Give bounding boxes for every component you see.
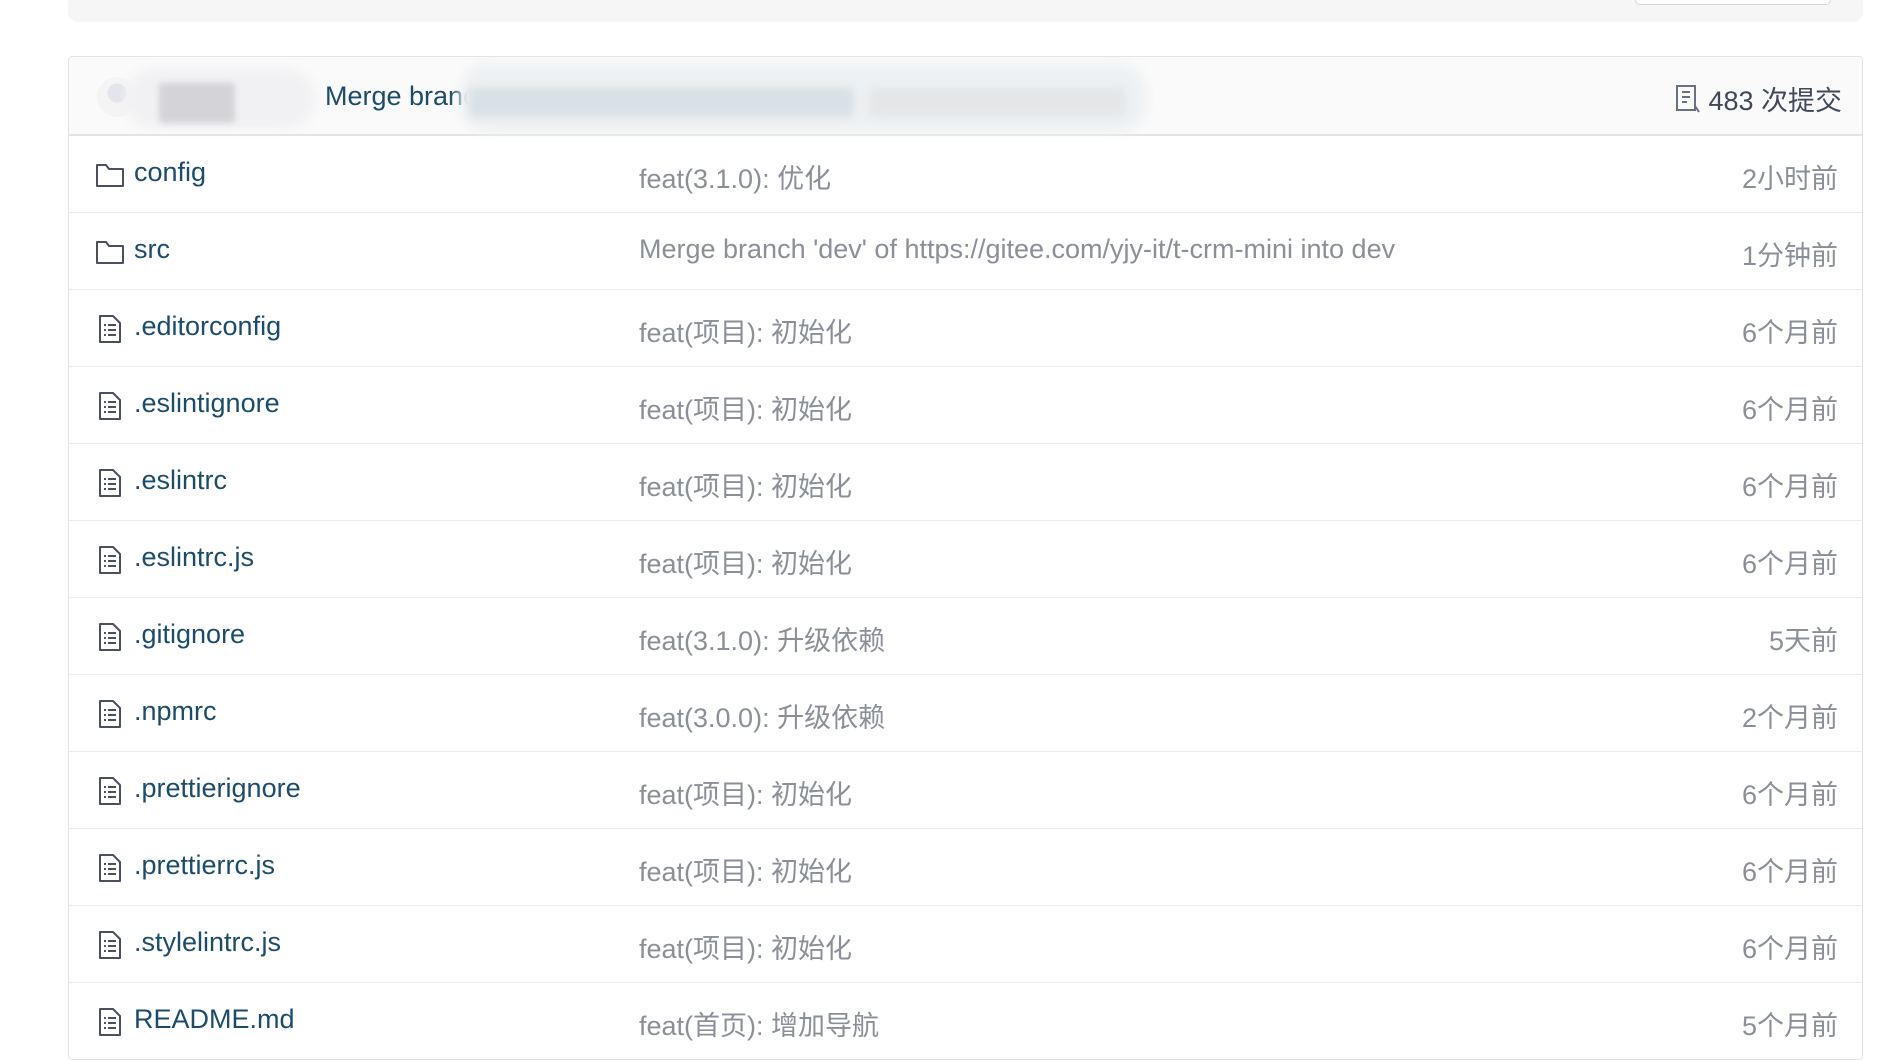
file-commit-time: 6个月前 (1741, 472, 1838, 502)
file-commit-message[interactable]: feat(3.1.0): 升级依赖 (639, 619, 885, 658)
commit-log-icon (1676, 84, 1701, 113)
file-icon (95, 1007, 125, 1037)
file-commit-message[interactable]: feat(项目): 初始化 (639, 465, 852, 504)
file-name-link[interactable]: .eslintrc.js (134, 542, 254, 573)
file-commit-message[interactable]: Merge branch 'dev' of https://gitee.com/… (639, 234, 1395, 265)
file-icon (95, 314, 125, 344)
redacted-author-name-inner (159, 83, 235, 123)
file-icon (95, 853, 125, 883)
file-row[interactable]: src Merge branch 'dev' of https://gitee.c… (69, 213, 1862, 290)
file-row[interactable]: .npmrc feat(3.0.0): 升级依赖 2个月前 (69, 675, 1862, 752)
file-commit-message[interactable]: feat(项目): 初始化 (639, 850, 852, 889)
file-name-link[interactable]: .editorconfig (134, 311, 281, 342)
file-name-link[interactable]: .gitignore (134, 619, 245, 650)
folder-name-link[interactable]: src (134, 234, 170, 265)
latest-commit-bar: Merge branch 'c 483 次提交 (69, 57, 1862, 136)
redacted-commit-text-inner (469, 87, 854, 117)
redacted-commit-text-inner-2 (869, 87, 1126, 117)
file-commit-message[interactable]: feat(项目): 初始化 (639, 773, 852, 812)
file-commit-message[interactable]: feat(项目): 初始化 (639, 927, 852, 966)
file-commit-time: 2小时前 (1741, 164, 1838, 194)
file-icon (95, 545, 125, 575)
commit-count-link[interactable]: 483 次提交 (1674, 79, 1842, 118)
file-icon (95, 776, 125, 806)
file-commit-message[interactable]: feat(首页): 增加导航 (639, 1004, 879, 1043)
file-commit-time: 2个月前 (1741, 703, 1838, 733)
file-commit-time: 1分钟前 (1741, 241, 1838, 271)
file-row[interactable]: .gitignore feat(3.1.0): 升级依赖 5天前 (69, 598, 1862, 675)
file-row[interactable]: .prettierignore feat(项目): 初始化 6个月前 (69, 752, 1862, 829)
file-row[interactable]: .eslintignore feat(项目): 初始化 6个月前 (69, 367, 1862, 444)
file-name-link[interactable]: .stylelintrc.js (134, 927, 281, 958)
file-icon (95, 622, 125, 652)
file-commit-message[interactable]: feat(项目): 初始化 (639, 542, 852, 581)
file-commit-time: 6个月前 (1741, 395, 1838, 425)
file-browser: Merge branch 'c 483 次提交 config feat(3.1.0… (68, 56, 1863, 1060)
file-commit-time: 6个月前 (1741, 780, 1838, 810)
file-name-link[interactable]: .prettierignore (134, 773, 301, 804)
folder-name-link[interactable]: config (134, 157, 206, 188)
file-name-link[interactable]: .eslintrc (134, 465, 227, 496)
file-commit-message[interactable]: feat(3.0.0): 升级依赖 (639, 696, 885, 735)
file-name-link[interactable]: README.md (134, 1004, 295, 1035)
commit-count-label: 483 次提交 (1708, 86, 1842, 116)
file-commit-time: 6个月前 (1741, 549, 1838, 579)
file-name-link[interactable]: .npmrc (134, 696, 217, 727)
file-commit-message[interactable]: feat(项目): 初始化 (639, 388, 852, 427)
file-icon (95, 930, 125, 960)
file-row[interactable]: config feat(3.1.0): 优化 2小时前 (69, 136, 1862, 213)
file-commit-time: 5个月前 (1741, 1011, 1838, 1041)
file-row[interactable]: .eslintrc.js feat(项目): 初始化 6个月前 (69, 521, 1862, 598)
file-row[interactable]: .editorconfig feat(项目): 初始化 6个月前 (69, 290, 1862, 367)
file-icon (95, 699, 125, 729)
file-name-link[interactable]: .eslintignore (134, 388, 280, 419)
file-commit-time: 5天前 (1768, 626, 1838, 656)
file-row[interactable]: .prettierrc.js feat(项目): 初始化 6个月前 (69, 829, 1862, 906)
file-commit-message[interactable]: feat(项目): 初始化 (639, 311, 852, 350)
file-row[interactable]: .eslintrc feat(项目): 初始化 6个月前 (69, 444, 1862, 521)
file-commit-time: 6个月前 (1741, 318, 1838, 348)
file-row[interactable]: README.md feat(首页): 增加导航 5个月前 (69, 983, 1862, 1059)
file-list: config feat(3.1.0): 优化 2小时前 src Merge branc… (69, 136, 1862, 1059)
folder-icon (95, 160, 125, 190)
file-commit-message[interactable]: feat(3.1.0): 优化 (639, 157, 831, 196)
file-name-link[interactable]: .prettierrc.js (134, 850, 275, 881)
file-commit-time: 6个月前 (1741, 857, 1838, 887)
folder-icon (95, 237, 125, 267)
toolbar-dropdown[interactable] (1635, 0, 1831, 5)
top-toolbar (68, 0, 1863, 22)
file-row[interactable]: .stylelintrc.js feat(项目): 初始化 6个月前 (69, 906, 1862, 983)
file-commit-time: 6个月前 (1741, 934, 1838, 964)
file-icon (95, 391, 125, 421)
file-icon (95, 468, 125, 498)
